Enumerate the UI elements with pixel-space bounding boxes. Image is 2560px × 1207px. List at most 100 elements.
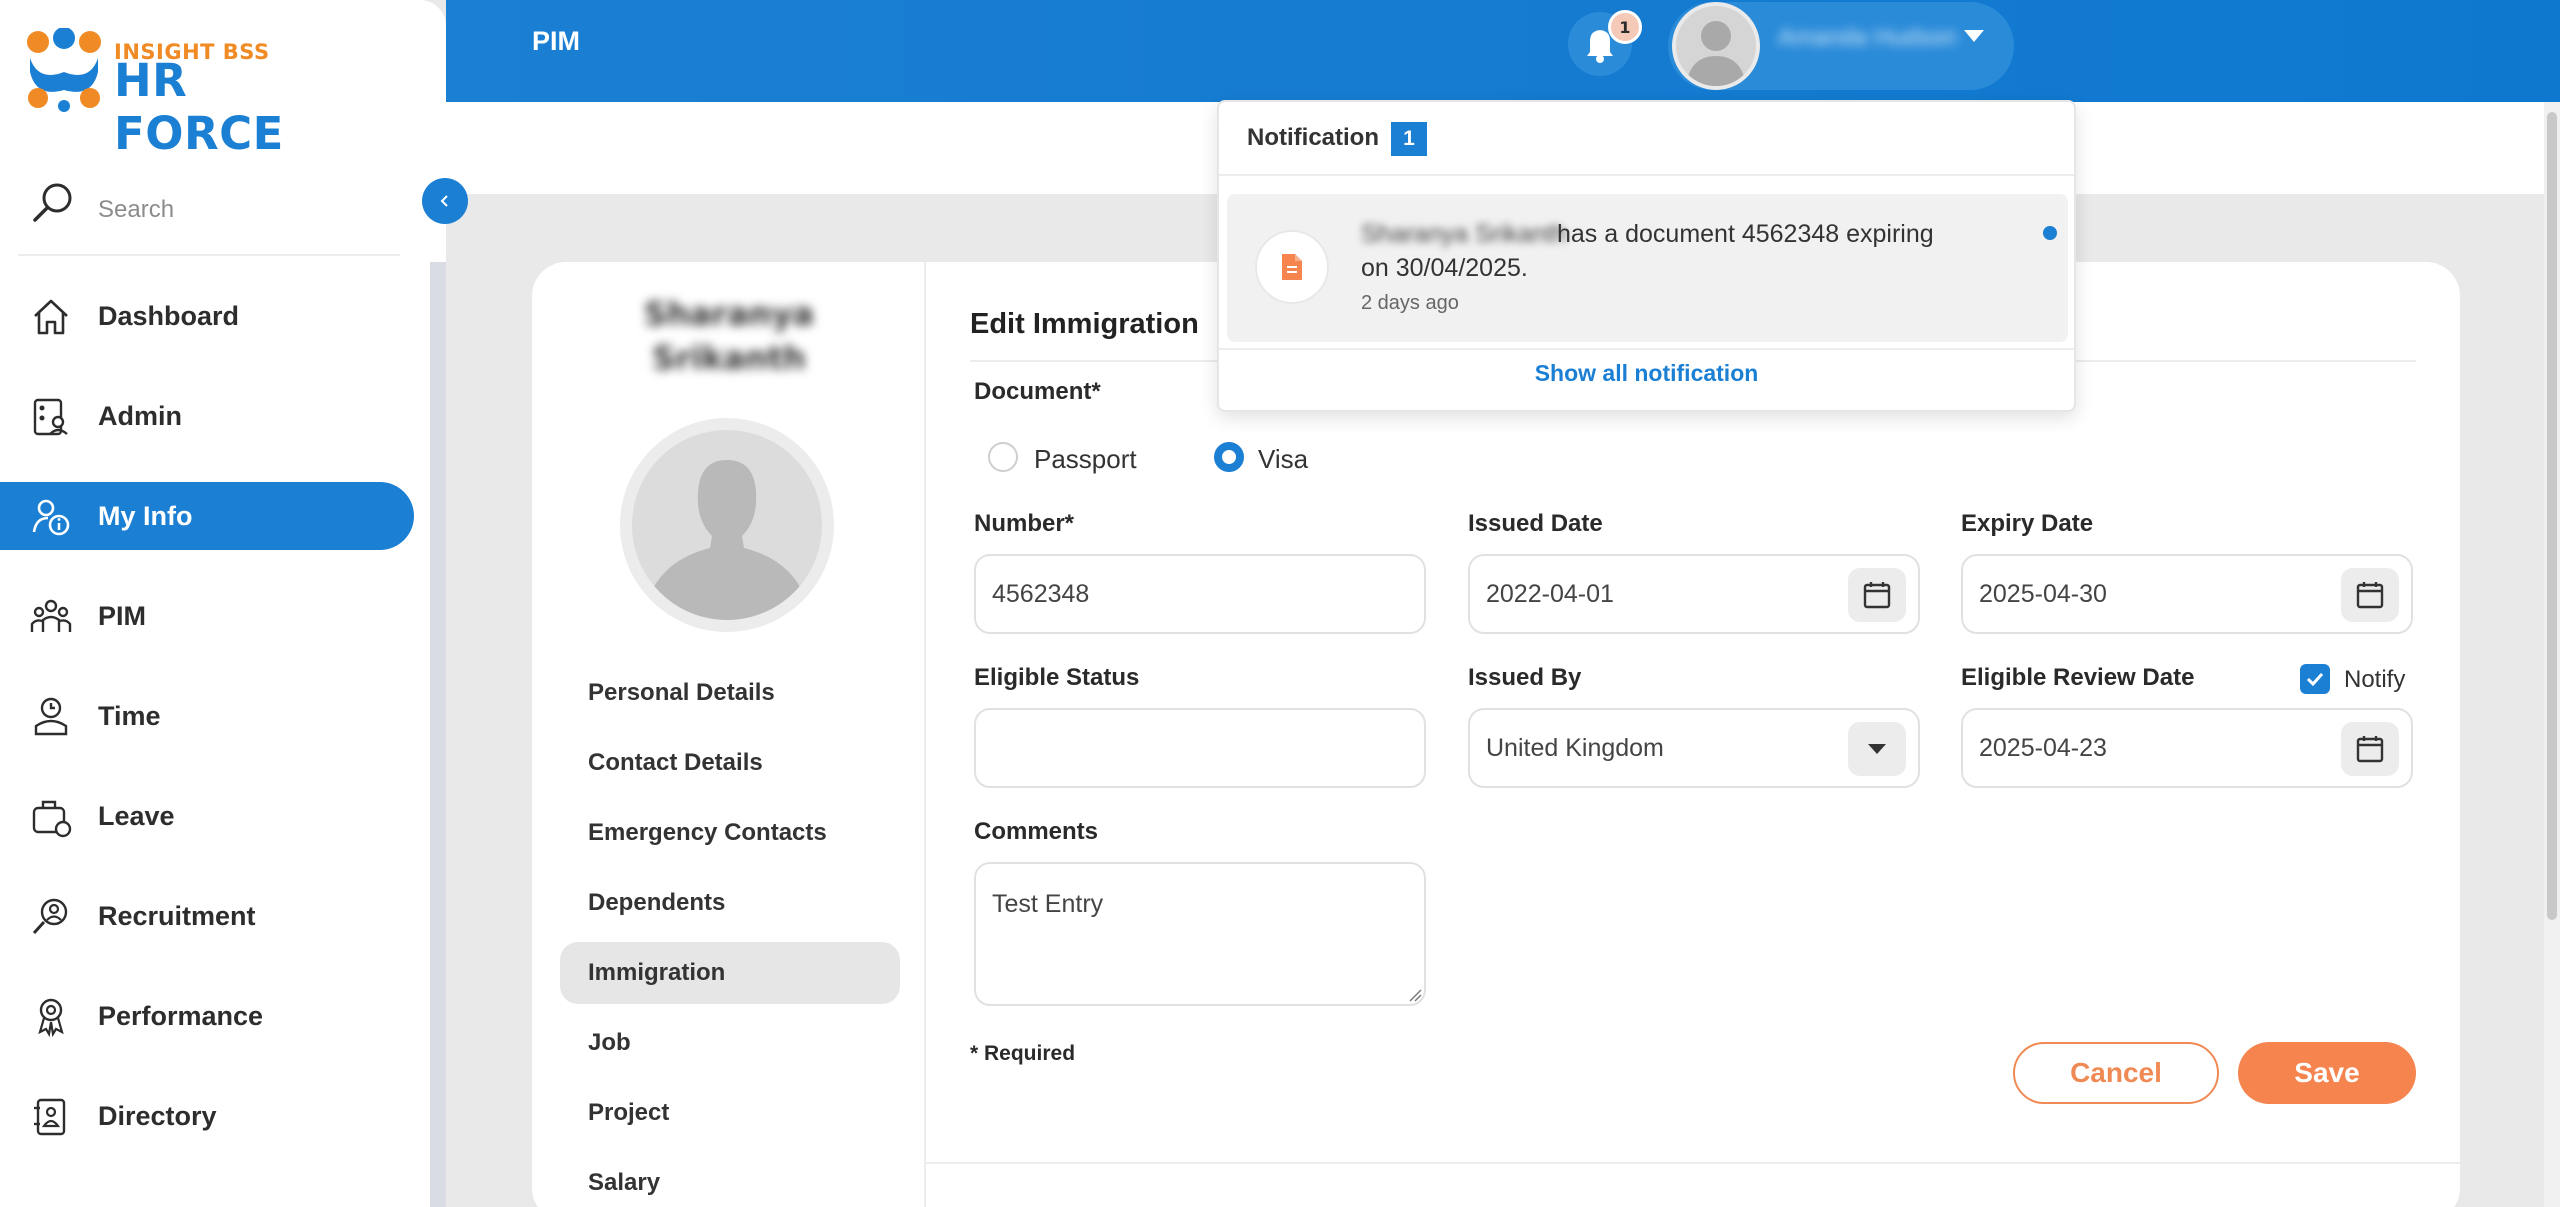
page-title: PIM [532,26,581,56]
comments-textarea[interactable]: Test Entry [974,862,1426,1006]
passport-radio-label[interactable]: Passport [1034,444,1137,475]
issued-by-value: United Kingdom [1486,734,1664,762]
search-icon[interactable] [30,180,76,226]
admin-icon [33,398,68,436]
comments-label: Comments [974,818,1099,845]
save-button[interactable]: Save [2238,1042,2416,1104]
issued-date-field[interactable]: 2022-04-01 [1468,554,1920,634]
sidebar: INSIGHT BSS HR FORCE Dashboard Admin My … [0,0,446,1207]
sidebar-item-leave[interactable]: Leave [0,782,414,850]
issued-date-picker-button[interactable] [1848,568,1906,622]
eligible-status-field[interactable] [974,708,1426,788]
resize-handle-icon[interactable] [1408,988,1422,1002]
number-label: Number* [974,510,1075,537]
review-date-picker-button[interactable] [2341,722,2399,776]
logo-text-large: HR FORCE [114,54,284,160]
expiry-date-value: 2025-04-30 [1979,580,2107,608]
page-scrollbar-thumb[interactable] [2547,112,2557,920]
medal-icon [38,998,64,1038]
employee-first-name: Sharanya [643,295,815,333]
expiry-date-picker-button[interactable] [2341,568,2399,622]
profile-avatar[interactable] [620,418,834,632]
sidebar-collapse-button[interactable] [422,178,468,224]
calendar-icon [1863,582,1891,609]
form-title: Edit Immigration [970,308,1199,340]
comments-value: Test Entry [992,890,1104,918]
sidebar-item-label: Directory [98,1100,217,1131]
sidebar-item-label: Recruitment [98,900,256,931]
cancel-button[interactable]: Cancel [2013,1042,2219,1104]
app-logo[interactable]: INSIGHT BSS HR FORCE [22,27,342,160]
notification-title: Notification [1247,124,1379,151]
issued-by-label: Issued By [1468,664,1582,691]
profile-menu-job[interactable]: Job [560,1012,900,1074]
profile-menu-emergency-contacts[interactable]: Emergency Contacts [560,802,900,864]
eligible-status-label: Eligible Status [974,664,1140,691]
notification-dropdown: Notification 1 Sharanya Srikanth has a d… [1217,100,2076,412]
sidebar-nav: Dashboard Admin My Info PIM Time Leave R… [0,282,446,1182]
unread-dot-icon [2043,226,2057,240]
profile-menu-personal-details[interactable]: Personal Details [560,662,900,724]
employee-name: Sharanya Srikanth [532,292,926,380]
profile-menu-immigration[interactable]: Immigration [560,942,900,1004]
divider [926,1162,2460,1164]
document-label: Document* [974,378,1101,405]
notify-label[interactable]: Notify [2344,666,2405,694]
logo-mark-icon [27,27,101,112]
top-bar: PIM [446,0,2560,102]
visa-radio-label[interactable]: Visa [1258,444,1308,475]
sidebar-item-directory[interactable]: Directory [0,1082,414,1150]
sidebar-item-admin[interactable]: Admin [0,382,414,450]
sidebar-item-dashboard[interactable]: Dashboard [0,282,414,350]
sidebar-scrollbar[interactable] [430,262,446,1207]
visa-radio[interactable] [1214,442,1244,472]
sidebar-item-pim[interactable]: PIM [0,582,414,650]
home-icon [34,299,68,335]
document-icon [1255,230,1329,304]
sidebar-item-label: PIM [98,600,147,631]
notification-time: 2 days ago [1361,292,1459,314]
sidebar-item-label: Dashboard [98,300,240,331]
sidebar-item-recruitment[interactable]: Recruitment [0,882,414,950]
sidebar-item-label: Performance [98,1000,264,1031]
profile-menu: Personal Details Contact Details Emergen… [560,662,900,1207]
number-field[interactable]: 4562348 [974,554,1426,634]
sidebar-item-label: My Info [98,500,193,531]
profile-menu-dependents[interactable]: Dependents [560,872,900,934]
profile-menu-project[interactable]: Project [560,1082,900,1144]
profile-menu-contact-details[interactable]: Contact Details [560,732,900,794]
avatar-placeholder-icon [648,460,806,620]
search-input[interactable] [98,190,388,230]
notify-checkbox[interactable] [2300,664,2330,694]
passport-radio[interactable] [988,442,1018,472]
user-info-icon [32,499,70,536]
expiry-date-label: Expiry Date [1961,510,2094,537]
chevron-down-icon[interactable] [1964,30,1984,42]
notification-badge: 1 [1608,10,1642,44]
avatar[interactable] [1672,2,1760,90]
eligible-review-date-field[interactable]: 2025-04-23 [1961,708,2413,788]
sidebar-item-time[interactable]: Time [0,682,414,750]
user-name[interactable]: Amanda Hudson [1778,24,1957,52]
sidebar-item-performance[interactable]: Performance [0,982,414,1050]
eligible-review-date-value: 2025-04-23 [1979,734,2107,762]
expiry-date-field[interactable]: 2025-04-30 [1961,554,2413,634]
people-icon [30,599,72,632]
notification-count: 1 [1391,122,1427,156]
divider [1219,348,2074,350]
briefcase-icon [32,800,72,838]
issued-by-select[interactable]: United Kingdom [1468,708,1920,788]
notification-item[interactable]: Sharanya Srikanth has a document 4562348… [1227,194,2068,342]
issued-by-dropdown-button[interactable] [1848,722,1906,776]
issued-date-value: 2022-04-01 [1486,580,1614,608]
show-all-notifications-link[interactable]: Show all notification [1219,360,2074,387]
clock-user-icon [34,697,68,736]
sidebar-item-my-info[interactable]: My Info [0,482,414,550]
profile-menu-salary[interactable]: Salary [560,1152,900,1207]
sidebar-item-label: Leave [98,800,175,831]
chevron-left-icon [440,195,448,207]
eligible-review-date-label: Eligible Review Date [1961,664,2195,691]
notification-header: Notification 1 [1219,102,2074,176]
required-note: * Required [970,1042,1076,1065]
calendar-icon [2356,736,2384,763]
